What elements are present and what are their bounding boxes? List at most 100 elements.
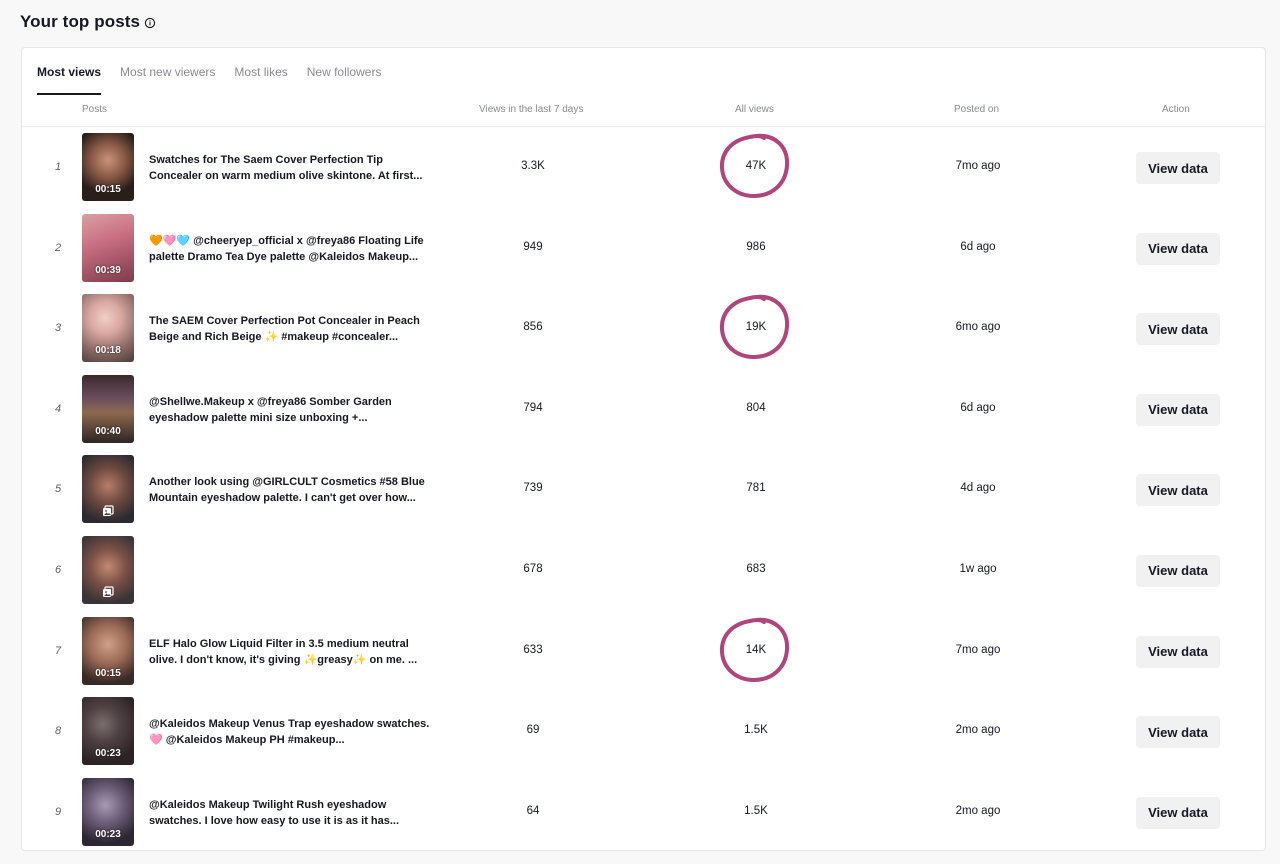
view-data-button[interactable]: View data: [1136, 554, 1220, 587]
column-header-views-7d: Views in the last 7 days: [479, 104, 584, 115]
post-thumbnail[interactable]: 00:15: [82, 133, 134, 201]
all-views-value: 804: [746, 401, 766, 414]
post-title[interactable]: The SAEM Cover Perfection Pot Concealer …: [149, 313, 434, 345]
table-row: 3 00:18 The SAEM Cover Perfection Pot Co…: [22, 288, 1265, 369]
post-title-line: ELF Halo Glow Liquid Filter in 3.5 mediu…: [149, 637, 409, 650]
post-title-line: olive. I don't know, it's giving ✨greasy…: [149, 653, 418, 666]
post-title[interactable]: 🧡🩷🩵 @cheeryep_official x @freya86 Floati…: [149, 233, 434, 265]
post-title-line: swatches. I love how easy to use it is a…: [149, 814, 400, 827]
view-data-button[interactable]: View data: [1136, 152, 1220, 184]
post-title-line: 🧡🩷🩵 @cheeryep_official x @freya86 Floati…: [149, 234, 424, 247]
posted-on-value: 6mo ago: [955, 321, 1001, 334]
row-rank: 9: [54, 805, 62, 818]
posted-on-value: 6d ago: [960, 240, 996, 253]
post-title-line: Swatches for The Saem Cover Perfection T…: [149, 154, 383, 166]
all-views-value: 14K: [745, 643, 767, 656]
post-title[interactable]: ELF Halo Glow Liquid Filter in 3.5 mediu…: [149, 636, 434, 668]
video-duration: 00:40: [95, 425, 121, 437]
all-views-value: 47K: [745, 160, 767, 172]
view-data-button[interactable]: View data: [1136, 232, 1220, 265]
posted-on-value: 1w ago: [959, 562, 997, 575]
views-7d-value: 64: [526, 804, 540, 817]
post-title-line: Mountain eyeshadow palette. I can't get …: [149, 492, 416, 505]
column-header-all-views: All views: [735, 104, 774, 115]
post-thumbnail[interactable]: 00:15: [82, 616, 134, 685]
column-header-posted-on: Posted on: [954, 104, 1000, 115]
views-7d-value: 69: [526, 724, 540, 737]
post-title-line: Concealer on warm medium olive skintone.…: [149, 170, 423, 182]
post-thumbnail[interactable]: 00:40: [82, 374, 134, 443]
table-row: 4 00:40 @Shellwe.Makeup x @freya86 Sombe…: [22, 369, 1265, 450]
views-7d-value: 794: [523, 401, 543, 414]
row-rank: 4: [54, 402, 62, 415]
view-data-button[interactable]: View data: [1136, 313, 1220, 346]
post-title[interactable]: Swatches for The Saem Cover Perfection T…: [149, 152, 434, 184]
posted-on-value: 2mo ago: [955, 724, 1001, 737]
posted-on-value: 7mo ago: [955, 643, 1001, 656]
post-title[interactable]: @Kaleidos Makeup Twilight Rush eyeshadow…: [149, 797, 434, 829]
post-thumbnail[interactable]: [82, 455, 134, 524]
post-title-line: @Kaleidos Makeup Twilight Rush eyeshadow: [149, 798, 387, 811]
posts-table-body: 1 00:15 Swatches for The Saem Cover Perf…: [22, 127, 1265, 850]
view-data-button[interactable]: View data: [1136, 635, 1220, 668]
post-title-line: palette Dramo Tea Dye palette @Kaleidos …: [149, 250, 419, 263]
views-7d-value: 633: [523, 643, 543, 656]
all-views-value: 986: [746, 240, 766, 253]
table-row: 6 678 683 1w ago View data: [22, 530, 1265, 611]
view-data-button[interactable]: View data: [1136, 474, 1220, 507]
post-thumbnail[interactable]: 00:18: [82, 294, 134, 363]
post-title-line: Beige and Rich Beige ✨ #makeup #conceale…: [149, 331, 399, 344]
row-rank: 5: [54, 483, 62, 496]
post-thumbnail[interactable]: [82, 535, 134, 604]
tab-bar: Most views Most new viewers Most likes N…: [37, 65, 381, 95]
views-7d-value: 3.3K: [521, 160, 545, 172]
video-duration: 00:15: [95, 184, 121, 195]
tab-most-likes[interactable]: Most likes: [234, 65, 287, 95]
views-7d-value: 949: [523, 240, 543, 253]
video-duration: 00:39: [95, 264, 121, 276]
info-icon[interactable]: [144, 17, 156, 29]
posted-on-value: 7mo ago: [955, 160, 1001, 172]
column-header-posts: Posts: [82, 104, 108, 115]
row-rank: 3: [54, 322, 62, 335]
post-title[interactable]: @Kaleidos Makeup Venus Trap eyeshadow sw…: [149, 716, 434, 748]
tab-most-new-viewers[interactable]: Most new viewers: [120, 65, 215, 95]
column-header-action: Action: [1162, 104, 1190, 115]
posted-on-value: 4d ago: [960, 482, 996, 495]
table-row: 7 00:15 ELF Halo Glow Liquid Filter in 3…: [22, 611, 1265, 692]
view-data-button[interactable]: View data: [1136, 716, 1220, 749]
all-views-value: 683: [746, 562, 766, 575]
video-duration: 00:15: [95, 667, 121, 679]
post-thumbnail[interactable]: 00:23: [82, 697, 134, 766]
row-rank: 7: [54, 644, 62, 657]
post-title-line: 🩷 @Kaleidos Makeup PH #makeup...: [149, 734, 345, 747]
post-title[interactable]: Another look using @GIRLCULT Cosmetics #…: [149, 474, 434, 506]
table-header: Posts Views in the last 7 days All views…: [22, 96, 1265, 127]
table-row: 2 00:39 🧡🩷🩵 @cheeryep_official x @freya8…: [22, 208, 1265, 289]
table-row: 9 00:23 @Kaleidos Makeup Twilight Rush e…: [22, 772, 1265, 850]
views-7d-value: 739: [523, 482, 543, 495]
all-views-value: 19K: [745, 321, 767, 334]
page-header: Your top posts: [20, 10, 156, 34]
all-views-value: 1.5K: [744, 724, 768, 737]
table-row: 5 Another look using @GIRLCULT Cosmetics…: [22, 449, 1265, 530]
table-row: 1 00:15 Swatches for The Saem Cover Perf…: [22, 127, 1265, 208]
view-data-button[interactable]: View data: [1136, 796, 1220, 829]
view-data-button[interactable]: View data: [1136, 393, 1220, 426]
post-thumbnail[interactable]: 00:39: [82, 213, 134, 282]
video-duration: 00:18: [95, 345, 121, 357]
all-views-value: 781: [746, 482, 766, 495]
views-7d-value: 856: [523, 321, 543, 334]
views-7d-value: 678: [523, 562, 543, 575]
post-title[interactable]: @Shellwe.Makeup x @freya86 Somber Garden…: [149, 394, 434, 426]
top-posts-card: Most views Most new viewers Most likes N…: [21, 47, 1266, 851]
post-thumbnail[interactable]: 00:23: [82, 777, 134, 846]
photo-carousel-icon: [102, 504, 114, 517]
post-title-line: @Kaleidos Makeup Venus Trap eyeshadow sw…: [149, 718, 430, 731]
tab-new-followers[interactable]: New followers: [307, 65, 382, 95]
photo-carousel-icon: [102, 585, 114, 597]
row-rank: 1: [54, 161, 62, 173]
tab-most-views[interactable]: Most views: [37, 65, 102, 95]
posted-on-value: 6d ago: [960, 401, 996, 414]
all-views-value: 1.5K: [744, 804, 768, 817]
